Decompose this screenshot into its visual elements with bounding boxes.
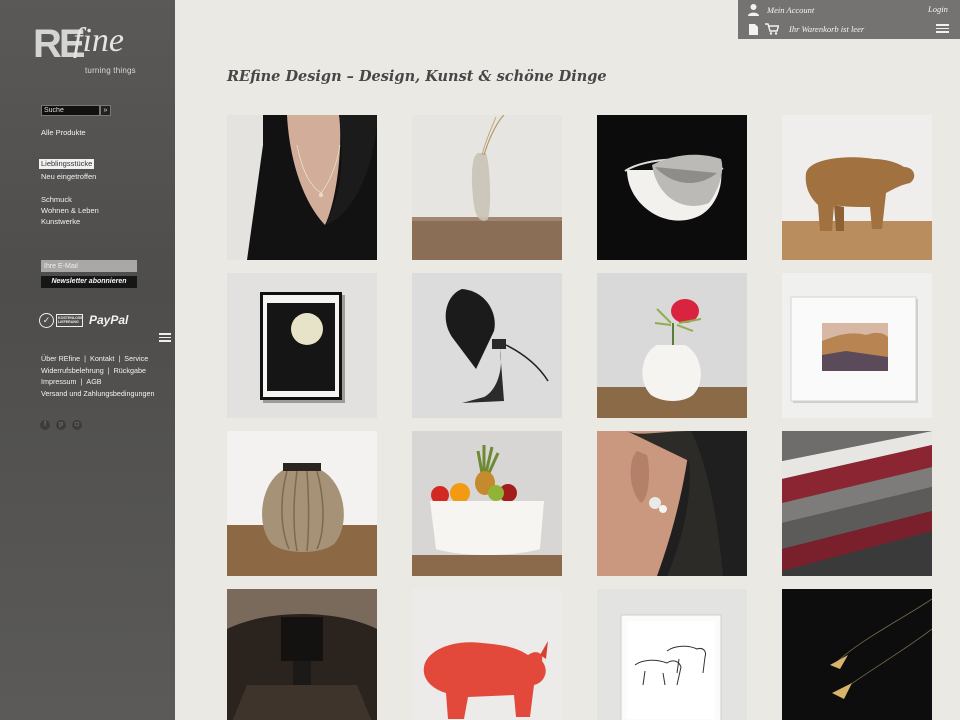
product-glass-vase-with-grass[interactable] [412,115,562,260]
logo-fine: fine [73,22,124,59]
free-delivery-label: KOSTENLOSE LIEFERUNG [56,313,83,327]
newsletter-subscribe-button[interactable]: Newsletter abonnieren [41,276,137,288]
product-fruit-bowl[interactable] [412,431,562,576]
search-input[interactable] [41,105,100,116]
sidebar: RE fine turning things » Alle Produkte L… [0,0,175,720]
nav-favorites[interactable]: Lieblingsstücke [39,159,95,169]
product-black-lamp[interactable] [412,273,562,418]
account-bar: Mein Account Login Ihr Warenkorb ist lee… [738,0,960,39]
footer-withdrawal-link[interactable]: Widerrufsbelehrung [41,366,104,375]
search-form: » [41,105,111,116]
footer-contact-link[interactable]: Kontakt [90,354,114,363]
footer-imprint-link[interactable]: Impressum [41,377,77,386]
nav-new-arrivals[interactable]: Neu eingetroffen [41,172,96,182]
animal-drawing-photo [597,589,747,720]
cart-icon[interactable] [765,23,779,35]
refine-logo[interactable]: RE fine turning things [33,18,143,78]
table-lamp-photo [227,589,377,720]
gold-pendant-photo [782,589,932,720]
menu-icon[interactable] [936,24,949,34]
instagram-icon[interactable]: ◘ [72,420,82,430]
fruit-bowl-photo [412,431,562,576]
my-account-link[interactable]: Mein Account [767,5,814,15]
page-title: REfine Design – Design, Kunst & schöne D… [227,68,607,85]
ribbed-vase-photo [227,431,377,576]
landscape-print-photo [782,273,932,418]
search-button[interactable]: » [100,105,111,116]
nav-living[interactable]: Wohnen & Leben [41,206,99,216]
striped-blanket-photo [782,431,932,576]
footer-shipping-link[interactable]: Versand und Zahlungsbedingungen [41,389,155,398]
product-necklace-on-model[interactable] [227,115,377,260]
pinterest-icon[interactable]: p [56,420,66,430]
product-white-vase-with-flower[interactable] [597,273,747,418]
product-earring-on-model[interactable] [597,431,747,576]
red-rhino-photo [412,589,562,720]
necklace-photo [227,115,377,260]
footer-links: Über REfine | Kontakt | Service Widerrufsbel… [41,354,155,398]
newsletter-email-input[interactable] [41,260,137,272]
login-link[interactable]: Login [928,4,948,14]
product-framed-moon-print[interactable] [227,273,377,418]
sidebar-menu-icon[interactable] [159,333,171,342]
white-vase-photo [597,273,747,418]
footer-terms-link[interactable]: AGB [86,377,101,386]
product-table-lamp[interactable] [227,589,377,720]
product-ceramic-bowls[interactable] [597,115,747,260]
black-lamp-photo [412,273,562,418]
moon-print-photo [227,273,377,418]
document-icon [749,24,758,35]
paypal-logo: PayPal [89,313,129,327]
social-links: f p ◘ [40,420,82,430]
free-delivery-badge: ✓ KOSTENLOSE LIEFERUNG [39,312,83,328]
check-icon: ✓ [39,312,54,328]
product-red-felt-rhino[interactable] [412,589,562,720]
footer-returns-link[interactable]: Rückgabe [114,366,146,375]
glass-vase-photo [412,115,562,260]
ceramic-bowls-photo [597,115,747,260]
product-framed-landscape-print[interactable] [782,273,932,418]
product-framed-animal-drawing[interactable] [597,589,747,720]
cart-status[interactable]: Ihr Warenkorb ist leer [789,24,864,34]
footer-about-link[interactable]: Über REfine [41,354,80,363]
nav-all-products[interactable]: Alle Produkte [41,128,86,138]
nav-artworks[interactable]: Kunstwerke [41,217,80,227]
earring-photo [597,431,747,576]
wooden-bear-photo [782,115,932,260]
user-icon [748,4,759,16]
product-gold-pendant-necklace[interactable] [782,589,932,720]
product-knitted-striped-blanket[interactable] [782,431,932,576]
product-wooden-bear-sculpture[interactable] [782,115,932,260]
footer-service-link[interactable]: Service [124,354,148,363]
logo-tagline: turning things [85,66,136,75]
facebook-icon[interactable]: f [40,420,50,430]
nav-jewelry[interactable]: Schmuck [41,195,72,205]
product-ribbed-brass-vase[interactable] [227,431,377,576]
